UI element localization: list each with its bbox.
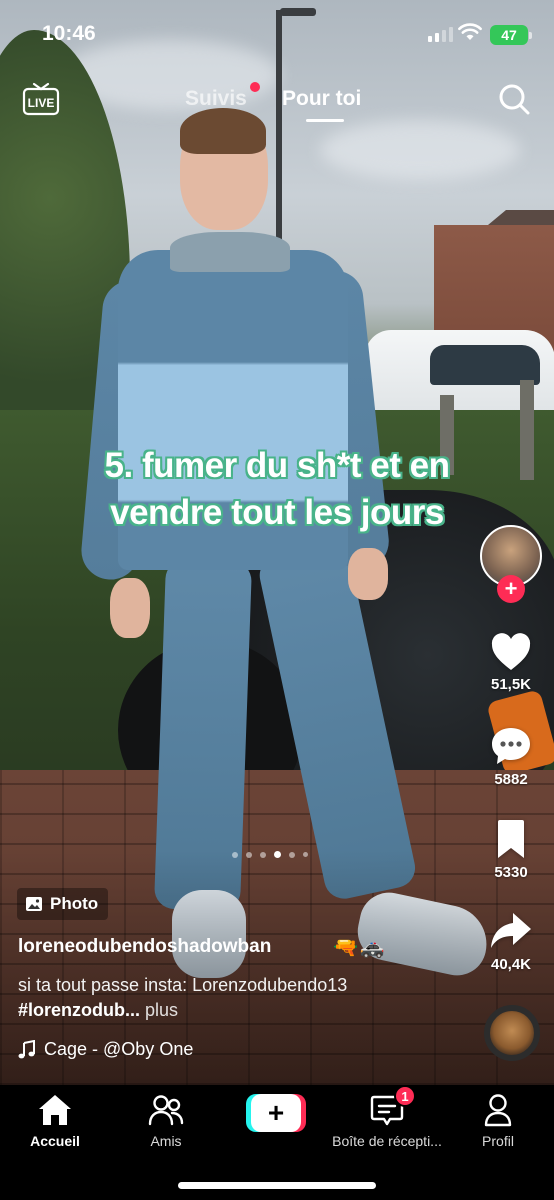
bookmark-icon (498, 820, 524, 858)
tab-inbox-label: Boîte de récepti... (332, 1133, 442, 1149)
home-indicator[interactable] (178, 1182, 376, 1189)
battery-indicator: 47 (490, 25, 532, 45)
like-count: 51,5K (490, 676, 532, 693)
tab-friends-label: Amis (150, 1133, 182, 1149)
street-lamp-head (280, 8, 316, 16)
like-button[interactable]: 51,5K (478, 632, 544, 693)
music-disc[interactable] (484, 1005, 540, 1061)
live-label: LIVE (28, 96, 55, 110)
friends-icon (148, 1095, 184, 1126)
comment-icon (492, 728, 530, 764)
tab-profile[interactable]: Profil (443, 1091, 553, 1149)
cloud (320, 120, 520, 180)
tab-following[interactable]: Suivis (185, 87, 247, 111)
post-username[interactable]: loreneodubendoshadowban (18, 936, 271, 958)
wifi-icon (458, 23, 482, 40)
comment-count: 5882 (494, 771, 528, 788)
search-icon[interactable] (498, 83, 530, 115)
tab-profile-label: Profil (482, 1133, 514, 1149)
police-car-emoji: 🚓 (359, 937, 385, 959)
bookmark-button[interactable]: 5330 (478, 818, 544, 881)
van-window (430, 345, 540, 385)
post-caption-overlay: 5. fumer du sh*t et en vendre tout les j… (0, 443, 554, 536)
person-hair (180, 108, 266, 154)
inbox-badge: 1 (394, 1085, 416, 1107)
tab-inbox[interactable]: Boîte de récepti... (332, 1091, 442, 1149)
carousel-dot (289, 851, 295, 858)
water-pistol-emoji: 🔫 (333, 937, 358, 959)
carousel-dot (246, 851, 252, 858)
photo-badge-label: Photo (50, 894, 99, 913)
music-note-icon (18, 1039, 35, 1058)
person-hand (348, 548, 388, 600)
plus-icon: + (251, 1094, 301, 1132)
notification-dot (250, 82, 260, 92)
image-icon (26, 897, 42, 911)
street-lamp (276, 10, 282, 240)
carousel-indicator (232, 851, 308, 858)
caption-line: 5. fumer du sh*t et en (104, 446, 450, 485)
sound-title: Cage - @Oby One (44, 1039, 194, 1059)
cellular-signal-icon (428, 26, 453, 42)
carousel-dot (260, 851, 266, 858)
person-hand (110, 578, 150, 638)
carousel-dot (303, 852, 308, 857)
share-count: 40,4K (490, 956, 532, 973)
comment-button[interactable]: 5882 (478, 725, 544, 788)
share-button[interactable]: 40,4K (478, 910, 544, 973)
carousel-dot (232, 851, 238, 858)
share-arrow-icon (491, 913, 531, 948)
active-tab-indicator (306, 119, 344, 122)
tab-friends[interactable]: Amis (111, 1091, 221, 1149)
username-emojis: 🔫 🚓 (333, 935, 385, 960)
bookmark-count: 5330 (494, 864, 528, 881)
heart-icon (491, 633, 531, 670)
home-icon (39, 1095, 71, 1125)
description-text: si ta tout passe insta: Lorenzodubendo13 (18, 975, 348, 995)
hashtag-link[interactable]: #lorenzodub... (18, 1000, 140, 1020)
more-link[interactable]: plus (145, 1000, 178, 1020)
post-description[interactable]: si ta tout passe insta: Lorenzodubendo13… (18, 973, 458, 1023)
follow-plus-button[interactable]: + (497, 575, 525, 603)
person-hood (170, 232, 290, 272)
carousel-dot-active (274, 851, 281, 858)
status-time: 10:46 (42, 22, 96, 45)
tab-home[interactable]: Accueil (0, 1091, 110, 1149)
sound-link[interactable]: Cage - @Oby One (18, 1039, 193, 1060)
live-icon[interactable]: LIVE (22, 82, 60, 116)
tab-for-you[interactable]: Pour toi (282, 87, 361, 111)
photo-badge: Photo (17, 888, 109, 920)
caption-line: vendre tout les jours (110, 492, 444, 532)
profile-icon (484, 1094, 512, 1127)
tab-home-label: Accueil (30, 1133, 80, 1149)
post-photo[interactable] (0, 0, 554, 1085)
create-button[interactable]: + (246, 1094, 306, 1132)
